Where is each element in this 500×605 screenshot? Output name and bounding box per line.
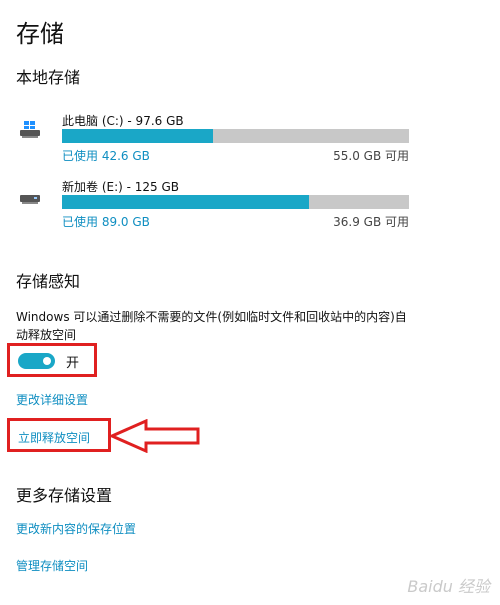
free-now-highlight-box: 立即释放空间 xyxy=(7,418,111,452)
free-label: 36.9 GB 可用 xyxy=(333,215,409,229)
storage-sense-toggle[interactable] xyxy=(18,353,55,369)
manage-storage-link[interactable]: 管理存储空间 xyxy=(16,557,88,574)
free-space-now-link[interactable]: 立即释放空间 xyxy=(18,429,90,446)
page-title: 存储 xyxy=(16,20,64,48)
used-label: 已使用 42.6 GB xyxy=(62,149,150,163)
change-save-location-link[interactable]: 更改新内容的保存位置 xyxy=(16,520,136,537)
drive-name: 此电脑 (C:) - 97.6 GB xyxy=(62,114,184,128)
usage-bar xyxy=(62,195,409,209)
storage-sense-description: Windows 可以通过删除不需要的文件(例如临时文件和回收站中的内容)自动释放… xyxy=(16,310,407,342)
toggle-label: 开 xyxy=(66,356,80,371)
used-label: 已使用 89.0 GB xyxy=(62,215,150,229)
usage-bar-fill xyxy=(62,195,310,209)
windows-drive-icon xyxy=(20,121,40,138)
change-settings-link[interactable]: 更改详细设置 xyxy=(16,391,88,408)
drive-c[interactable]: 此电脑 (C:) - 97.6 GB 已使用 42.6 GB 55.0 GB 可… xyxy=(16,112,416,172)
toggle-highlight-box: 开 xyxy=(7,343,97,377)
toggle-knob xyxy=(43,357,51,365)
usage-bar-fill xyxy=(62,129,214,143)
free-label: 55.0 GB 可用 xyxy=(333,149,409,163)
drive-icon xyxy=(20,195,40,204)
more-settings-heading: 更多存储设置 xyxy=(16,486,113,505)
watermark: Baidu 经验 xyxy=(407,577,490,596)
storage-sense-heading: 存储感知 xyxy=(16,272,81,291)
usage-bar xyxy=(62,129,409,143)
local-storage-heading: 本地存储 xyxy=(16,68,81,87)
drive-name: 新加卷 (E:) - 125 GB xyxy=(62,180,180,194)
red-arrow-icon xyxy=(110,419,200,453)
drive-e[interactable]: 新加卷 (E:) - 125 GB 已使用 89.0 GB 36.9 GB 可用 xyxy=(16,178,416,238)
